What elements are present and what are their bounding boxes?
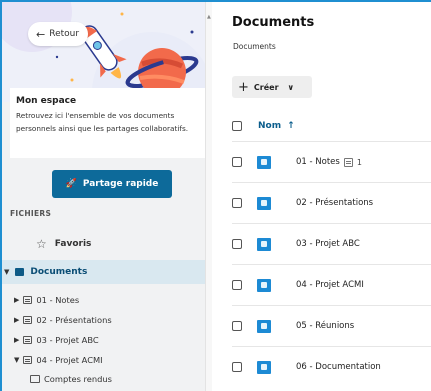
workspace-icon xyxy=(23,336,33,344)
back-label: Retour xyxy=(49,29,80,39)
caret-down-icon[interactable]: ▼ xyxy=(14,356,19,364)
table-row[interactable]: 05 - Réunions xyxy=(232,305,431,346)
row-name[interactable]: 03 - Projet ABC xyxy=(296,239,360,249)
tree-item-presentations[interactable]: ▶ 02 - Présentations xyxy=(14,312,112,328)
column-name-label: Nom xyxy=(258,121,282,131)
workspace-folder-icon xyxy=(257,278,271,292)
workspace-folder-icon xyxy=(257,196,271,210)
select-all-checkbox[interactable] xyxy=(232,121,242,131)
tree-item-label: 03 - Projet ABC xyxy=(36,335,99,345)
sort-arrow-up-icon: ↑ xyxy=(287,121,295,131)
tree-item-comptes-rendus[interactable]: Comptes rendus xyxy=(30,371,112,387)
row-checkbox[interactable] xyxy=(232,362,242,372)
note-icon xyxy=(343,157,353,167)
row-checkbox[interactable] xyxy=(232,321,242,331)
row-name[interactable]: 01 - Notes xyxy=(296,157,340,167)
table-row[interactable]: 03 - Projet ABC xyxy=(232,223,431,264)
plus-icon: + xyxy=(238,79,249,95)
sidebar-item-favoris[interactable]: ☆ Favoris xyxy=(36,237,91,251)
row-label-wrap: 01 - Notes 1 xyxy=(296,157,362,167)
files-section-label: FICHIERS xyxy=(10,209,52,218)
row-checkbox[interactable] xyxy=(232,198,242,208)
rocket-icon: 🚀 xyxy=(65,179,77,189)
info-title: Mon espace xyxy=(16,96,77,106)
quick-share-label: Partage rapide xyxy=(82,179,159,189)
row-checkbox[interactable] xyxy=(232,239,242,249)
tree-item-label: 04 - Projet ACMI xyxy=(36,355,103,365)
quick-share-button[interactable]: 🚀 Partage rapide xyxy=(52,170,172,198)
table-row[interactable]: 04 - Projet ACMI xyxy=(232,264,431,305)
sidebar-scrollbar[interactable]: ▲ xyxy=(205,2,212,391)
arrow-left-icon: ← xyxy=(36,27,46,41)
caret-right-icon[interactable]: ▶ xyxy=(14,336,19,344)
sidebar-item-documents[interactable]: ▼ Documents xyxy=(2,260,205,284)
workspace-icon xyxy=(23,356,33,364)
rocket-planet-illustration xyxy=(2,2,205,102)
sidebar: ← Retour Mon espace Retrouvez ici l'ense… xyxy=(2,2,205,391)
workspace-icon xyxy=(23,316,33,324)
workspace-folder-icon xyxy=(257,360,271,374)
row-name[interactable]: 04 - Projet ACMI xyxy=(296,280,364,290)
info-text: Retrouvez ici l'ensemble de vos document… xyxy=(16,111,189,133)
caret-down-icon[interactable]: ▼ xyxy=(4,268,9,276)
row-name[interactable]: 02 - Présentations xyxy=(296,198,373,208)
scroll-up-arrow-icon[interactable]: ▲ xyxy=(207,14,211,20)
table-header: Nom ↑ xyxy=(232,117,431,135)
workspace-folder-icon xyxy=(257,237,271,251)
workspace-icon xyxy=(23,296,33,304)
column-name-header[interactable]: Nom ↑ xyxy=(258,121,295,131)
hero-illustration: ← Retour xyxy=(2,2,205,102)
row-checkbox[interactable] xyxy=(232,280,242,290)
table-row[interactable]: 06 - Documentation xyxy=(232,346,431,387)
row-checkbox[interactable] xyxy=(232,157,242,167)
chevron-down-icon: ∨ xyxy=(287,82,295,92)
tree-item-label: Comptes rendus xyxy=(44,374,112,384)
tree-item-projet-acmi[interactable]: ▼ 04 - Projet ACMI xyxy=(14,352,103,368)
create-button[interactable]: + Créer ∨ xyxy=(232,76,312,98)
star-icon: ☆ xyxy=(36,237,47,251)
row-name[interactable]: 06 - Documentation xyxy=(296,362,381,372)
table-row[interactable]: 01 - Notes 1 xyxy=(232,141,431,182)
note-count: 1 xyxy=(356,157,362,167)
workspace-folder-icon xyxy=(257,155,271,169)
create-label: Créer xyxy=(253,82,279,92)
workspace-folder-icon xyxy=(257,319,271,333)
page-title: Documents xyxy=(232,15,315,30)
tree-item-label: 01 - Notes xyxy=(36,295,80,305)
tree-item-projet-abc[interactable]: ▶ 03 - Projet ABC xyxy=(14,332,99,348)
main-content: Documents Documents + Créer ∨ Nom ↑ 01 -… xyxy=(212,2,431,391)
caret-right-icon[interactable]: ▶ xyxy=(14,316,19,324)
folder-icon xyxy=(15,268,25,276)
table-row[interactable]: 02 - Présentations xyxy=(232,182,431,223)
info-card: Mon espace Retrouvez ici l'ensemble de v… xyxy=(10,88,205,158)
breadcrumb[interactable]: Documents xyxy=(233,42,276,51)
back-button[interactable]: ← Retour xyxy=(28,22,88,46)
documents-label: Documents xyxy=(30,267,88,277)
folder-outline-icon xyxy=(30,375,40,383)
tree-item-notes[interactable]: ▶ 01 - Notes xyxy=(14,292,79,308)
tree-item-label: 02 - Présentations xyxy=(36,315,112,325)
row-name[interactable]: 05 - Réunions xyxy=(296,321,354,331)
favoris-label: Favoris xyxy=(54,239,92,249)
caret-right-icon[interactable]: ▶ xyxy=(14,296,19,304)
